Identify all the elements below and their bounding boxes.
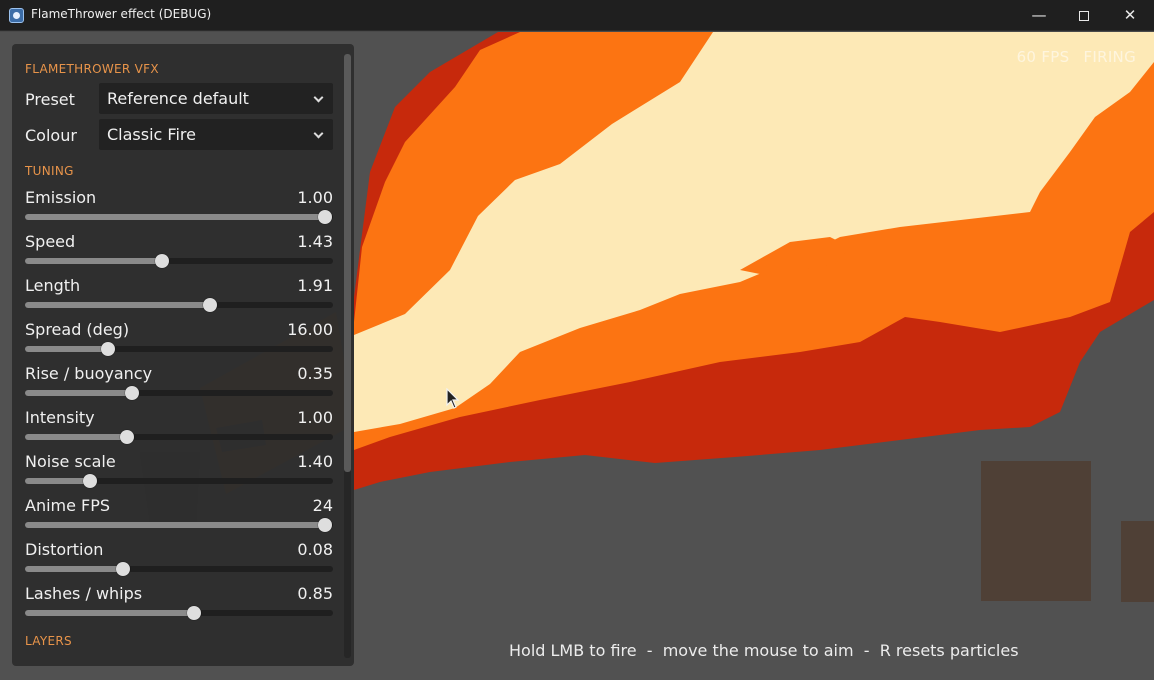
param-slider[interactable] <box>25 606 333 620</box>
param-value: 1.91 <box>297 276 333 295</box>
slider-handle[interactable] <box>187 606 201 620</box>
param-slider[interactable] <box>25 386 333 400</box>
slider-handle[interactable] <box>83 474 97 488</box>
param-slider[interactable] <box>25 298 333 312</box>
preset-label: Preset <box>25 90 75 109</box>
param-row: Spread (deg) 16.00 <box>25 320 333 364</box>
param-slider[interactable] <box>25 342 333 356</box>
param-label: Lashes / whips <box>25 584 143 603</box>
window-title: FlameThrower effect (DEBUG) <box>31 7 212 21</box>
param-row: Length 1.91 <box>25 276 333 320</box>
title-bar: FlameThrower effect (DEBUG) — ✕ <box>0 0 1154 31</box>
param-slider[interactable] <box>25 430 333 444</box>
slider-fill <box>25 346 108 352</box>
hud-status: 60 FPS FIRING <box>1003 48 1136 66</box>
colour-value: Classic Fire <box>107 125 196 144</box>
param-label: Distortion <box>25 540 104 559</box>
param-value: 1.43 <box>297 232 333 251</box>
maximize-icon <box>1079 10 1089 21</box>
colour-label: Colour <box>25 126 77 145</box>
tuning-title: TUNING <box>25 164 74 178</box>
slider-handle[interactable] <box>155 254 169 268</box>
param-row: Distortion 0.08 <box>25 540 333 584</box>
param-slider[interactable] <box>25 518 333 532</box>
param-value: 0.35 <box>297 364 333 383</box>
slider-fill <box>25 214 325 220</box>
param-row: Speed 1.43 <box>25 232 333 276</box>
slider-fill <box>25 302 210 308</box>
slider-fill <box>25 610 194 616</box>
panel-scrollbar-thumb[interactable] <box>344 54 351 472</box>
param-row: Intensity 1.00 <box>25 408 333 452</box>
chevron-down-icon <box>313 92 324 103</box>
param-label: Length <box>25 276 81 295</box>
chevron-down-icon <box>313 128 324 139</box>
param-slider[interactable] <box>25 254 333 268</box>
param-slider[interactable] <box>25 210 333 224</box>
param-label: Spread (deg) <box>25 320 130 339</box>
preset-dropdown[interactable]: Reference default <box>99 83 333 114</box>
param-label: Anime FPS <box>25 496 111 515</box>
param-value: 1.00 <box>297 408 333 427</box>
param-row: Emission 1.00 <box>25 188 333 232</box>
close-button[interactable]: ✕ <box>1107 0 1153 31</box>
param-label: Speed <box>25 232 76 251</box>
minimize-icon: — <box>1031 6 1047 24</box>
preset-value: Reference default <box>107 89 249 108</box>
param-slider[interactable] <box>25 562 333 576</box>
slider-handle[interactable] <box>318 210 332 224</box>
param-value: 1.40 <box>297 452 333 471</box>
settings-panel: FLAMETHROWER VFX Preset Reference defaul… <box>12 44 354 666</box>
slider-fill <box>25 566 123 572</box>
layers-title: LAYERS <box>25 634 72 648</box>
slider-handle[interactable] <box>116 562 130 576</box>
slider-fill <box>25 390 132 396</box>
crate-right <box>1121 521 1154 602</box>
param-row: Noise scale 1.40 <box>25 452 333 496</box>
slider-fill <box>25 434 127 440</box>
param-row: Anime FPS 24 <box>25 496 333 540</box>
slider-fill <box>25 478 90 484</box>
param-row: Lashes / whips 0.85 <box>25 584 333 628</box>
slider-handle[interactable] <box>318 518 332 532</box>
close-icon: ✕ <box>1123 6 1137 24</box>
slider-handle[interactable] <box>125 386 139 400</box>
fire-state: FIRING <box>1083 48 1136 66</box>
panel-title: FLAMETHROWER VFX <box>25 62 159 76</box>
crate-left <box>981 461 1091 601</box>
colour-dropdown[interactable]: Classic Fire <box>99 119 333 150</box>
param-row: Rise / buoyancy 0.35 <box>25 364 333 408</box>
slider-handle[interactable] <box>203 298 217 312</box>
controls-hint: Hold LMB to fire - move the mouse to aim… <box>509 641 1019 660</box>
param-label: Rise / buoyancy <box>25 364 153 383</box>
param-value: 24 <box>312 496 333 515</box>
param-value: 0.08 <box>297 540 333 559</box>
mouse-cursor-icon <box>446 388 460 409</box>
app-icon <box>9 8 24 23</box>
panel-scrollbar[interactable] <box>344 54 351 658</box>
param-value: 1.00 <box>297 188 333 207</box>
param-slider[interactable] <box>25 474 333 488</box>
param-value: 16.00 <box>287 320 333 339</box>
param-value: 0.85 <box>297 584 333 603</box>
slider-handle[interactable] <box>101 342 115 356</box>
param-label: Emission <box>25 188 97 207</box>
slider-fill <box>25 258 162 264</box>
param-label: Noise scale <box>25 452 116 471</box>
slider-fill <box>25 522 325 528</box>
minimize-button[interactable]: — <box>1016 0 1062 31</box>
fps-counter: 60 FPS <box>1016 48 1070 66</box>
param-label: Intensity <box>25 408 95 427</box>
slider-handle[interactable] <box>120 430 134 444</box>
maximize-button[interactable] <box>1061 0 1107 31</box>
